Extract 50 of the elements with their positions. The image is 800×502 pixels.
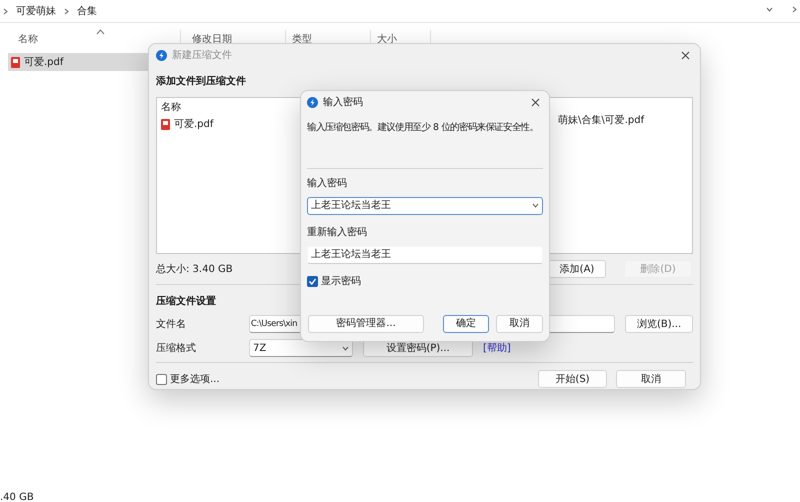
close-icon — [681, 50, 690, 60]
column-header[interactable]: 名称 — [18, 32, 38, 47]
list-button[interactable]: 添加(A) — [548, 260, 606, 278]
app-icon — [307, 96, 318, 108]
dialog-button[interactable]: 密码管理器... — [308, 314, 424, 333]
file-path: 萌妹\合集\可爱.pdf — [558, 114, 644, 128]
status-text: .40 GB — [0, 491, 34, 502]
file-name: 可爱.pdf — [24, 56, 64, 70]
breadcrumb-item[interactable]: 可爱萌妹 — [16, 4, 56, 18]
column-header[interactable]: 大小 — [377, 32, 397, 47]
checkbox[interactable] — [156, 374, 167, 384]
checkbox-label: 更多选项... — [170, 372, 220, 386]
section-heading: 添加文件到压缩文件 — [156, 74, 247, 89]
chevron-right-icon — [791, 6, 798, 13]
chevron-down-icon — [532, 202, 539, 210]
dialog-button[interactable]: 确定 — [443, 314, 489, 333]
field-label: 压缩格式 — [156, 342, 197, 356]
breadcrumb-item[interactable]: 合集 — [77, 4, 97, 18]
chevron-down-icon — [342, 344, 349, 352]
chevron-down-icon — [766, 6, 773, 13]
chevron-right-icon — [63, 8, 70, 14]
field-label: 重新输入密码 — [307, 226, 368, 240]
pdf-file-icon — [161, 119, 170, 130]
sort-caret-icon — [96, 29, 105, 35]
help-link[interactable]: [帮助] — [483, 340, 511, 356]
hint-text: 输入压缩包密码。建议使用至少 8 位的密码来保证安全性。 — [307, 121, 540, 135]
browse-button[interactable]: 浏览(B)... — [625, 315, 694, 333]
pdf-file-icon — [11, 56, 20, 68]
field-label: 输入密码 — [307, 176, 348, 191]
window-title: 输入密码 — [323, 96, 363, 110]
section-heading: 压缩文件设置 — [156, 294, 217, 309]
column-header[interactable]: 修改日期 — [192, 32, 232, 47]
chevron-right-icon — [2, 8, 9, 14]
app-icon — [156, 50, 167, 60]
dialog-button[interactable]: 取消 — [496, 314, 543, 333]
password-combobox[interactable]: 上老王论坛当老王 — [307, 196, 543, 215]
format-select[interactable]: 7Z — [249, 339, 353, 357]
dialog-button[interactable]: 取消 — [616, 370, 686, 388]
checkbox-label: 显示密码 — [321, 274, 361, 289]
column-header[interactable]: 类型 — [292, 32, 312, 47]
field-label: 文件名 — [156, 318, 187, 332]
close-icon — [531, 98, 540, 106]
password-field[interactable]: 上老王论坛当老王 — [307, 246, 543, 264]
window-title: 新建压缩文件 — [172, 48, 232, 62]
check-icon — [308, 276, 317, 286]
file-name: 可爱.pdf — [174, 118, 214, 132]
dialog-button[interactable]: 开始(S) — [538, 370, 607, 388]
total-size-text: 总大小: 3.40 GB — [156, 262, 233, 276]
file-row[interactable]: 可爱.pdf — [8, 53, 150, 71]
checkbox[interactable] — [307, 276, 318, 287]
